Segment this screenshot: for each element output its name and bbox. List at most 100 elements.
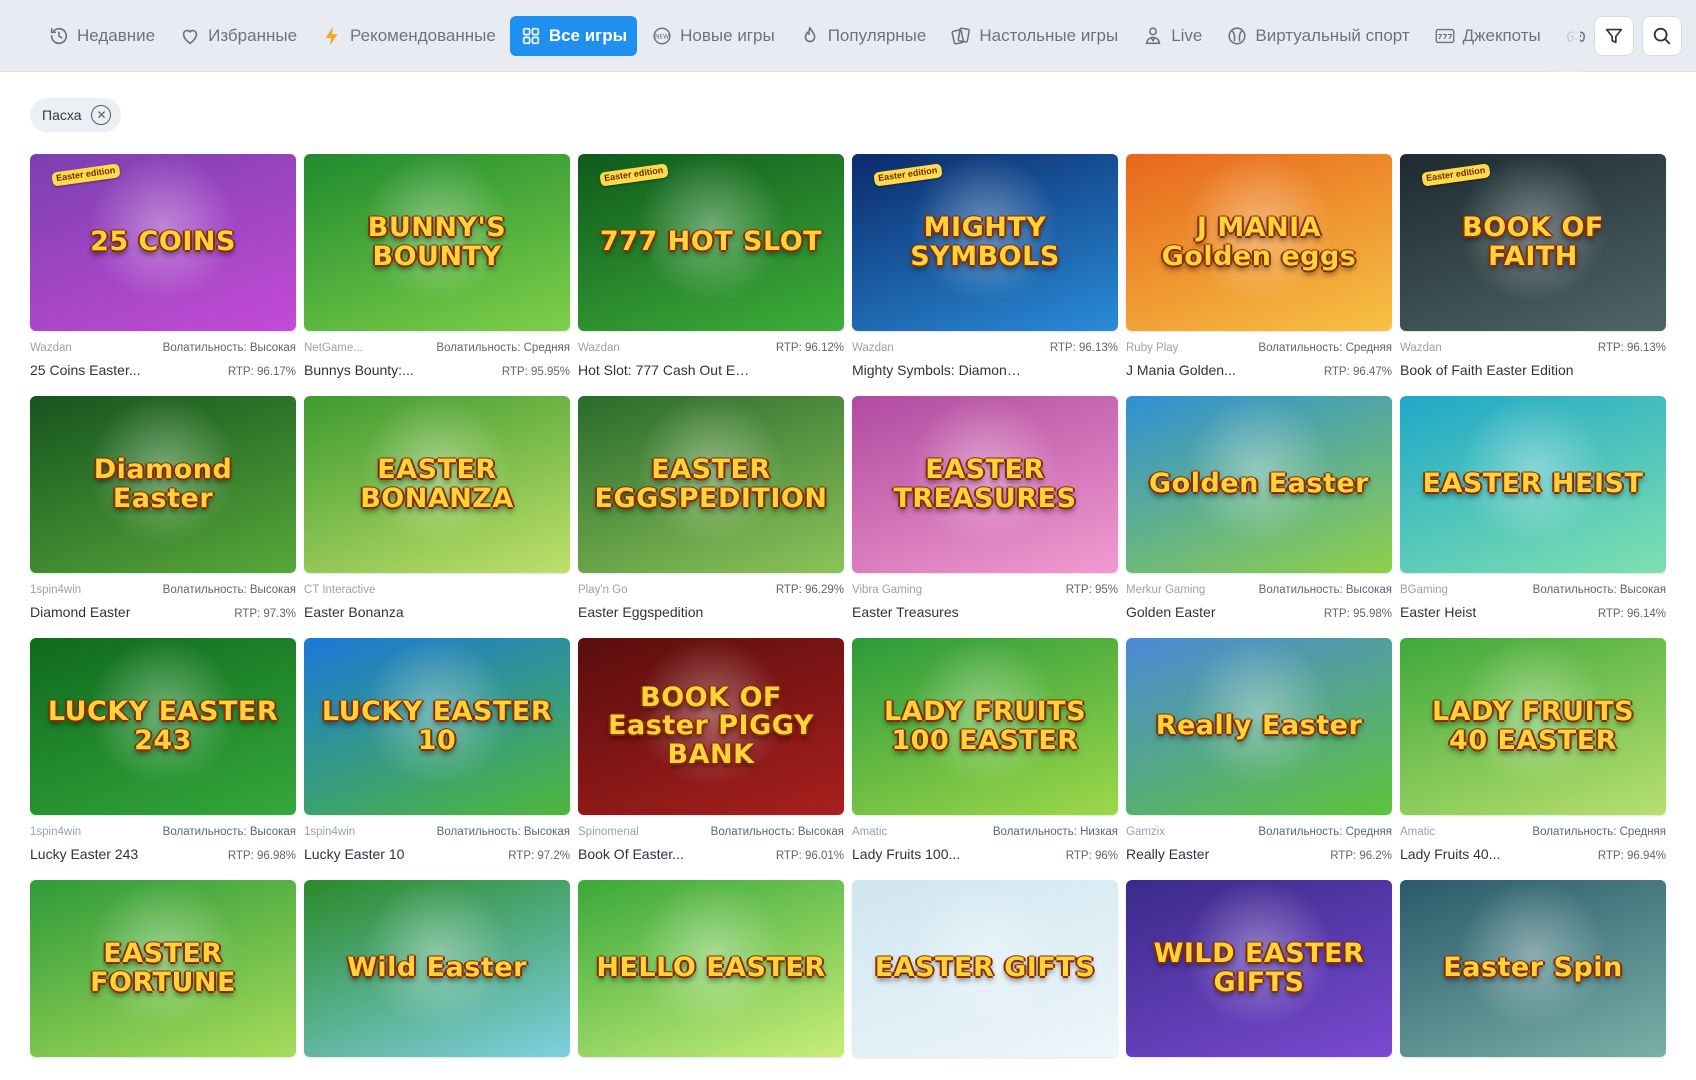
close-circle-icon[interactable]: ✕: [91, 105, 112, 125]
game-card[interactable]: Easter edition 25 COINS Wazdan Волатильн…: [30, 154, 296, 378]
game-card[interactable]: Easter Spin: [1400, 880, 1666, 1080]
game-card[interactable]: BOOK OF Easter PIGGY BANK Spinomenal Вол…: [578, 638, 844, 862]
category-tab-label: Live: [1171, 25, 1203, 45]
ball-icon: [1226, 25, 1248, 47]
search-button[interactable]: [1642, 15, 1682, 56]
game-title-row: Book Of Easter... RTP: 96.01%: [578, 846, 844, 862]
game-card[interactable]: J MANIA Golden eggs Ruby Play Волатильно…: [1126, 154, 1392, 378]
game-thumbnail[interactable]: Easter edition MIGHTY SYMBOLS: [852, 154, 1118, 331]
nav-actions: [1594, 15, 1682, 56]
search-icon: [1653, 27, 1671, 44]
filter-button[interactable]: [1594, 15, 1634, 56]
game-meta-row: [852, 1068, 1118, 1080]
game-thumbnail[interactable]: Really Easter: [1126, 638, 1392, 815]
tab-cards[interactable]: Настольные игры: [940, 16, 1128, 56]
game-meta-row: Vibra Gaming RTP: 95%: [852, 584, 1118, 598]
lightning-icon: [321, 25, 343, 47]
game-thumbnail[interactable]: Easter edition 777 HOT SLOT: [578, 154, 844, 331]
game-thumbnail[interactable]: WILD EASTER GIFTS: [1126, 880, 1392, 1057]
filter-chip-label: Пасха: [42, 107, 82, 123]
game-thumbnail[interactable]: LUCKY EASTER 10: [304, 638, 570, 815]
game-thumbnail[interactable]: Easter edition BOOK OF FAITH: [1400, 154, 1666, 331]
game-thumbnail[interactable]: EASTER EGGSPEDITION: [578, 396, 844, 573]
game-artwork-title: EASTER TREASURES: [893, 454, 1077, 514]
game-thumbnail[interactable]: EASTER FORTUNE: [30, 880, 296, 1057]
game-card[interactable]: Wild Easter: [304, 880, 570, 1080]
tab-heart[interactable]: Избранные: [169, 16, 307, 56]
game-card[interactable]: LUCKY EASTER 243 1spin4win Волатильность…: [30, 638, 296, 862]
game-title-row: Hot Slot: 777 Cash Out East...: [578, 362, 844, 378]
game-card[interactable]: EASTER HEIST BGaming Волатильность: Высо…: [1400, 396, 1666, 620]
game-provider: Play'n Go: [578, 584, 628, 596]
game-thumbnail[interactable]: EASTER BONANZA: [304, 396, 570, 573]
game-provider: 1spin4win: [30, 826, 82, 838]
game-thumbnail[interactable]: LUCKY EASTER 243: [30, 638, 296, 815]
tab-history[interactable]: Недавние: [38, 16, 165, 56]
game-provider: Merkur Gaming: [1126, 584, 1206, 596]
game-provider: 1spin4win: [304, 826, 356, 838]
game-title: Book of Faith Easter Edition: [1400, 362, 1574, 378]
game-thumbnail[interactable]: EASTER TREASURES: [852, 396, 1118, 573]
game-meta-row: Amatic Волатильность: Низкая: [852, 826, 1118, 840]
game-card[interactable]: BUNNY'S BOUNTY NetGame... Волатильность:…: [304, 154, 570, 378]
game-thumbnail[interactable]: Diamond Easter: [30, 396, 296, 573]
game-thumbnail[interactable]: LADY FRUITS 40 EASTER: [1400, 638, 1666, 815]
game-meta-row: [304, 1068, 570, 1080]
game-thumbnail[interactable]: BUNNY'S BOUNTY: [304, 154, 570, 331]
game-title: 25 Coins Easter...: [30, 362, 141, 378]
game-thumbnail[interactable]: Easter edition 25 COINS: [30, 154, 296, 331]
game-thumbnail[interactable]: Golden Easter: [1126, 396, 1392, 573]
game-card[interactable]: Easter edition BOOK OF FAITH Wazdan RTP:…: [1400, 154, 1666, 378]
game-thumbnail[interactable]: EASTER HEIST: [1400, 396, 1666, 573]
game-card[interactable]: WILD EASTER GIFTS: [1126, 880, 1392, 1080]
tab-jackpot-777[interactable]: 777 Джекпоты: [1424, 16, 1551, 56]
game-thumbnail[interactable]: LADY FRUITS 100 EASTER: [852, 638, 1118, 815]
tab-dealer[interactable]: Live: [1132, 16, 1212, 56]
game-card[interactable]: Really Easter Gamzix Волатильность: Сред…: [1126, 638, 1392, 862]
game-card[interactable]: Easter edition MIGHTY SYMBOLS Wazdan RTP…: [852, 154, 1118, 378]
game-artwork-title: EASTER GIFTS: [874, 952, 1096, 984]
game-title: Easter Treasures: [852, 604, 959, 620]
tab-new-badge[interactable]: NEW Новые игры: [641, 16, 785, 56]
game-meta-row: [1126, 1068, 1392, 1080]
game-thumbnail[interactable]: J MANIA Golden eggs: [1126, 154, 1392, 331]
game-provider: Wazdan: [852, 342, 894, 354]
game-thumbnail[interactable]: HELLO EASTER: [578, 880, 844, 1057]
game-thumbnail[interactable]: Wild Easter: [304, 880, 570, 1057]
grid-icon: [520, 25, 542, 47]
tab-ball[interactable]: Виртуальный спорт: [1216, 16, 1419, 56]
game-artwork-title: BUNNY'S BOUNTY: [367, 212, 507, 272]
game-title: Lucky Easter 10: [304, 846, 405, 862]
game-title-row: Golden Easter RTP: 95.98%: [1126, 604, 1392, 620]
game-card[interactable]: EASTER FORTUNE: [30, 880, 296, 1080]
game-card[interactable]: Diamond Easter 1spin4win Волатильность: …: [30, 396, 296, 620]
game-meta-row: 1spin4win Волатильность: Высокая: [30, 826, 296, 840]
tab-grid[interactable]: Все игры: [509, 15, 638, 56]
game-card[interactable]: LUCKY EASTER 10 1spin4win Волатильность:…: [304, 638, 570, 862]
heart-icon: [179, 25, 201, 47]
game-tag: RTP: 96.12%: [775, 342, 844, 354]
game-provider: NetGame...: [304, 342, 363, 354]
game-thumbnail[interactable]: BOOK OF Easter PIGGY BANK: [578, 638, 844, 815]
game-artwork-title: Golden Easter: [1149, 468, 1369, 500]
category-tab-label: Недавние: [77, 25, 156, 45]
game-card[interactable]: EASTER TREASURES Vibra Gaming RTP: 95% E…: [852, 396, 1118, 620]
game-card[interactable]: HELLO EASTER: [578, 880, 844, 1080]
tab-lightning[interactable]: Рекомендованные: [311, 16, 506, 56]
tab-gamepad[interactable]: Други: [1555, 16, 1594, 56]
tab-flame[interactable]: Популярные: [789, 16, 937, 56]
game-card[interactable]: LADY FRUITS 40 EASTER Amatic Волатильнос…: [1400, 638, 1666, 862]
game-thumbnail[interactable]: EASTER GIFTS: [852, 880, 1118, 1057]
game-title: Lady Fruits 100...: [852, 846, 961, 862]
game-rtp: RTP: 95.98%: [1323, 608, 1392, 620]
game-rtp: RTP: 96.98%: [227, 850, 296, 862]
game-card[interactable]: EASTER BONANZA CT Interactive Easter Bon…: [304, 396, 570, 620]
game-card[interactable]: EASTER GIFTS: [852, 880, 1118, 1080]
game-card[interactable]: EASTER EGGSPEDITION Play'n Go RTP: 96.29…: [578, 396, 844, 620]
game-card[interactable]: Easter edition 777 HOT SLOT Wazdan RTP: …: [578, 154, 844, 378]
game-tag: RTP: 96.13%: [1597, 342, 1666, 354]
game-card[interactable]: Golden Easter Merkur Gaming Волатильност…: [1126, 396, 1392, 620]
game-thumbnail[interactable]: Easter Spin: [1400, 880, 1666, 1057]
game-tag: Волатильность: Высокая: [1258, 584, 1392, 596]
game-card[interactable]: LADY FRUITS 100 EASTER Amatic Волатильно…: [852, 638, 1118, 862]
